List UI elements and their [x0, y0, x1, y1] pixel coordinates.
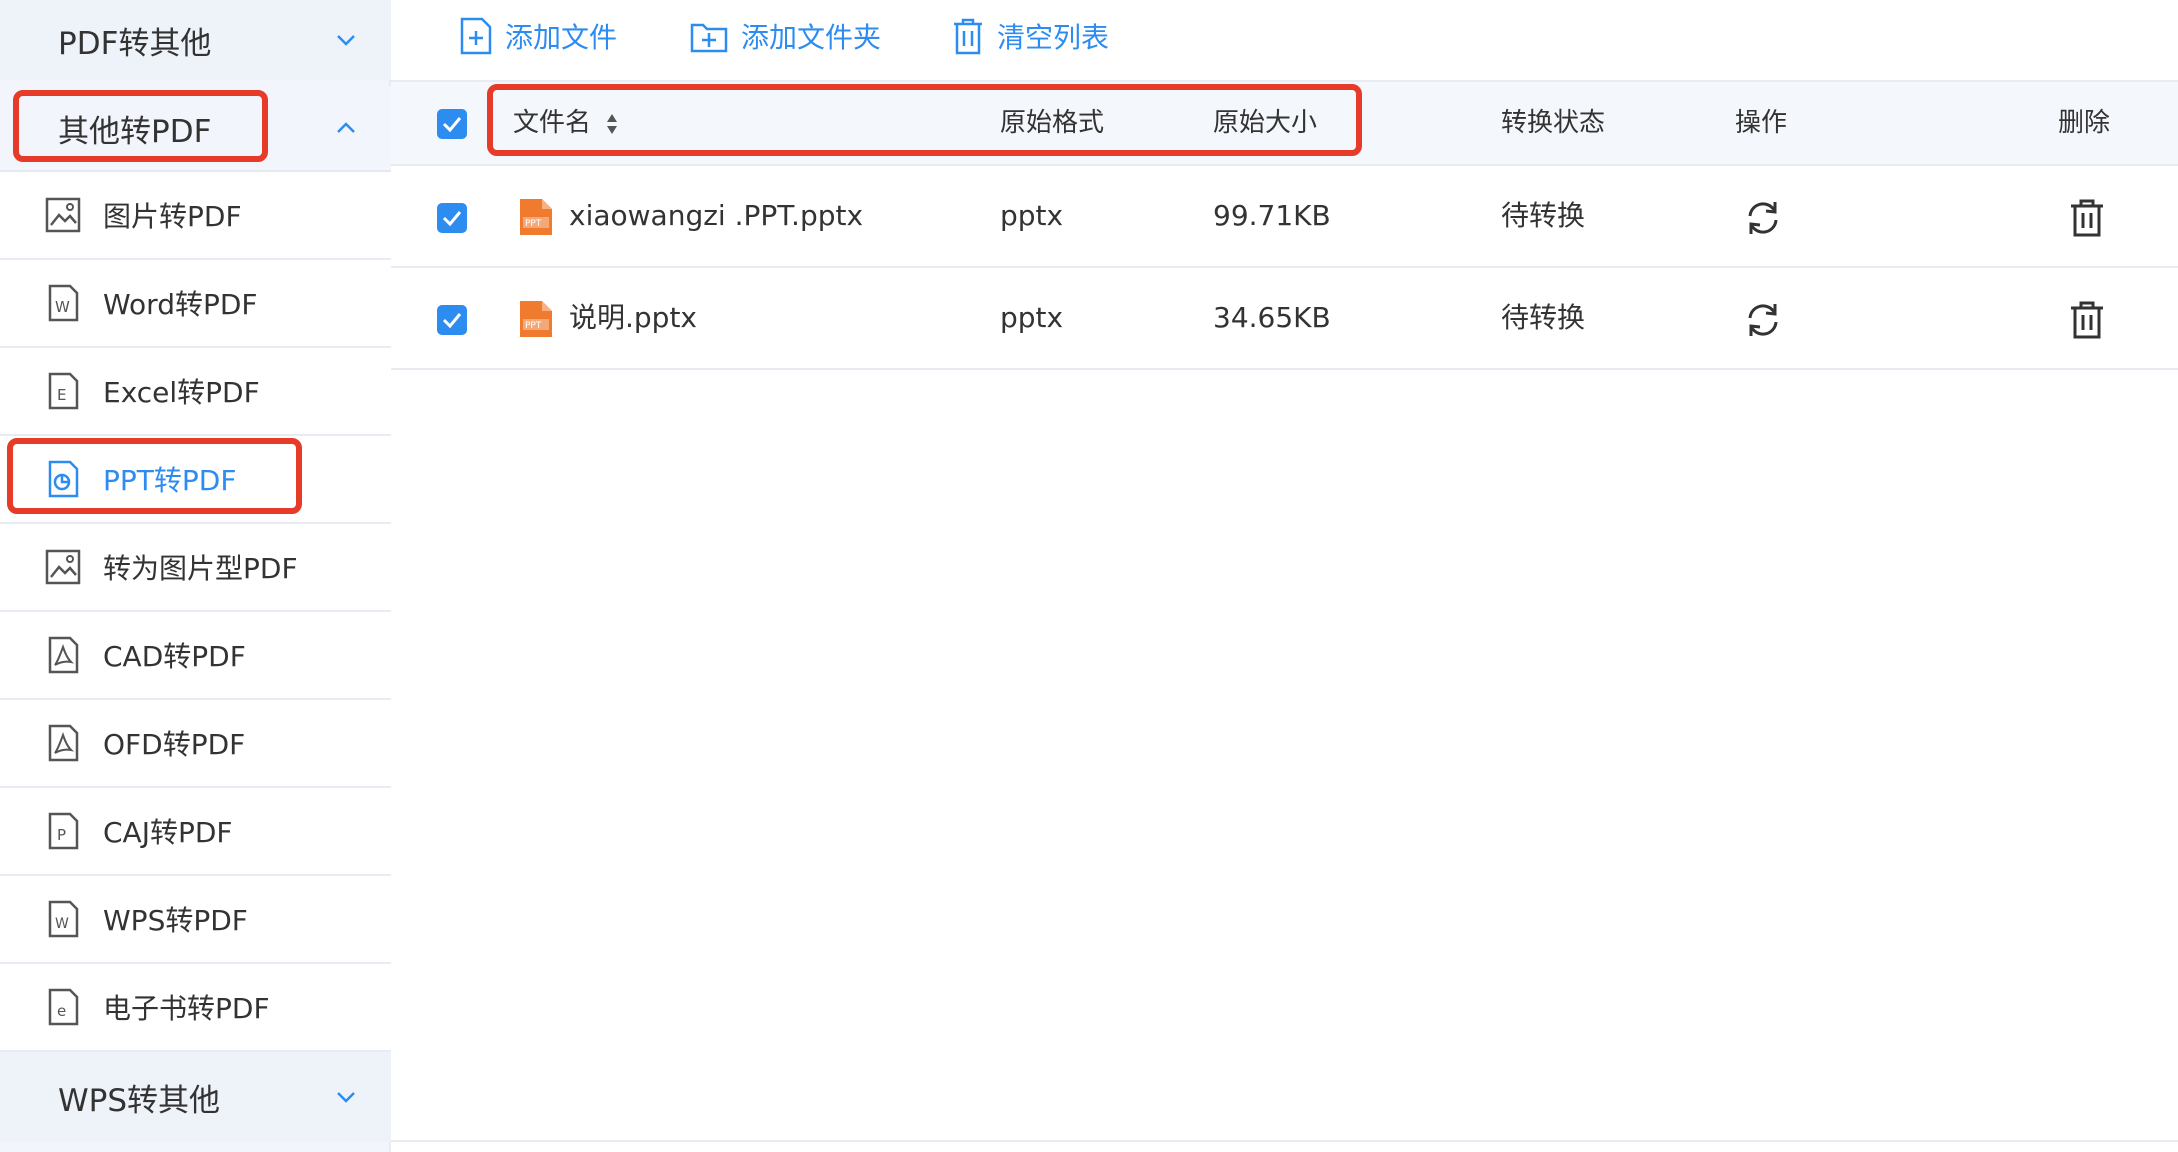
svg-text:W: W	[55, 916, 69, 932]
trash-icon	[954, 18, 982, 55]
group-other-to-pdf[interactable]: 其他转PDF	[0, 86, 391, 172]
sidebar-item-wps-to-pdf[interactable]: W WPS转PDF	[0, 876, 391, 964]
add-folder-icon	[690, 23, 728, 53]
add-file-label: 添加文件	[505, 21, 618, 54]
row-checkbox[interactable]	[437, 203, 467, 233]
convert-status: 待转换	[1501, 301, 1586, 334]
sidebar-item-excel-to-pdf[interactable]: E Excel转PDF	[0, 348, 391, 436]
header-size: 原始大小	[1213, 108, 1318, 138]
ppt-file-icon: PPT	[520, 301, 552, 337]
sidebar: PDF转其他 其他转PDF 图片转PDF W Word转PDF E Excel转…	[0, 0, 391, 1152]
pdf-file-icon	[48, 636, 79, 674]
chevron-down-icon	[337, 35, 355, 46]
svg-text:PPT: PPT	[525, 219, 542, 229]
file-name: xiaowangzi .PPT.pptx	[569, 199, 864, 232]
delete-icon[interactable]	[2066, 197, 2108, 239]
add-folder-label: 添加文件夹	[741, 21, 882, 54]
table-row: PPT xiaowangzi .PPT.pptx pptx 99.71KB 待转…	[391, 166, 2178, 268]
chevron-down-icon	[337, 1092, 355, 1103]
refresh-icon[interactable]	[1742, 197, 1784, 239]
sidebar-item-label: WPS转PDF	[103, 904, 248, 937]
toolbar: 添加文件 添加文件夹 清空列表	[391, 0, 2178, 78]
sidebar-item-label: PPT转PDF	[103, 464, 237, 497]
sidebar-item-label: Word转PDF	[103, 288, 258, 321]
sidebar-item-label: 电子书转PDF	[103, 992, 270, 1025]
header-status: 转换状态	[1501, 108, 1606, 138]
row-checkbox[interactable]	[437, 305, 467, 335]
sidebar-item-to-image-pdf[interactable]: 转为图片型PDF	[0, 524, 391, 612]
sidebar-item-caj-to-pdf[interactable]: P CAJ转PDF	[0, 788, 391, 876]
sidebar-item-ebook-to-pdf[interactable]: e 电子书转PDF	[0, 964, 391, 1052]
ebook-file-icon: e	[48, 988, 79, 1026]
table-row: PPT 说明.pptx pptx 34.65KB 待转换	[391, 268, 2178, 370]
sidebar-item-label: 转为图片型PDF	[103, 552, 298, 585]
file-format: pptx	[1000, 301, 1064, 334]
sidebar-item-cad-to-pdf[interactable]: CAD转PDF	[0, 612, 391, 700]
image-file-icon	[45, 549, 81, 585]
list-bottom-divider	[391, 1140, 2178, 1142]
sidebar-item-ofd-to-pdf[interactable]: OFD转PDF	[0, 700, 391, 788]
add-file-button[interactable]: 添加文件	[459, 14, 617, 58]
group-label: WPS转其他	[58, 1082, 221, 1119]
clear-list-label: 清空列表	[997, 21, 1110, 54]
add-folder-button[interactable]: 添加文件夹	[689, 14, 881, 58]
select-all-checkbox[interactable]	[437, 109, 467, 139]
header-delete: 删除	[2058, 108, 2111, 138]
svg-text:W: W	[55, 298, 70, 316]
svg-text:PPT: PPT	[525, 321, 542, 331]
ppt-file-icon	[48, 460, 79, 498]
add-file-icon	[460, 17, 492, 55]
sidebar-item-image-to-pdf[interactable]: 图片转PDF	[0, 172, 391, 260]
svg-text:E: E	[57, 386, 66, 404]
group-label: 其他转PDF	[58, 113, 212, 150]
sidebar-item-label: CAD转PDF	[103, 640, 246, 673]
file-name: 说明.pptx	[569, 301, 697, 334]
caj-file-icon: P	[48, 812, 79, 850]
sidebar-item-label: CAJ转PDF	[103, 816, 233, 849]
image-file-icon	[45, 197, 81, 233]
ppt-file-icon: PPT	[520, 199, 552, 235]
sidebar-item-ppt-to-pdf[interactable]: PPT转PDF	[0, 436, 391, 524]
sidebar-item-label: Excel转PDF	[103, 376, 260, 409]
clear-list-button[interactable]: 清空列表	[951, 14, 1109, 58]
pdf-file-icon	[48, 724, 79, 762]
sidebar-item-label: 图片转PDF	[103, 200, 242, 233]
file-size: 34.65KB	[1213, 301, 1331, 334]
group-label: PDF转其他	[58, 25, 212, 62]
convert-status: 待转换	[1501, 199, 1586, 232]
file-format: pptx	[1000, 199, 1064, 232]
group-wps-to-other[interactable]: WPS转其他	[0, 1052, 391, 1142]
table-header: 文件名 原始格式 原始大小 转换状态 操作 删除	[391, 80, 2178, 166]
check-icon	[442, 313, 462, 329]
sidebar-item-label: OFD转PDF	[103, 728, 246, 761]
header-action: 操作	[1735, 108, 1788, 138]
svg-text:P: P	[57, 826, 66, 844]
svg-text:e: e	[57, 1002, 66, 1020]
header-filename[interactable]: 文件名	[513, 82, 619, 164]
check-icon	[442, 117, 462, 133]
refresh-icon[interactable]	[1742, 299, 1784, 341]
check-icon	[442, 211, 462, 227]
sort-icon[interactable]	[605, 112, 619, 136]
word-file-icon: W	[48, 284, 79, 322]
delete-icon[interactable]	[2066, 299, 2108, 341]
header-filename-label: 文件名	[513, 108, 592, 138]
sidebar-item-word-to-pdf[interactable]: W Word转PDF	[0, 260, 391, 348]
excel-file-icon: E	[48, 372, 79, 410]
chevron-up-icon	[337, 122, 355, 133]
header-format: 原始格式	[1000, 108, 1105, 138]
file-size: 99.71KB	[1213, 199, 1331, 232]
group-pdf-to-other[interactable]: PDF转其他	[0, 0, 391, 80]
wps-file-icon: W	[48, 900, 79, 938]
